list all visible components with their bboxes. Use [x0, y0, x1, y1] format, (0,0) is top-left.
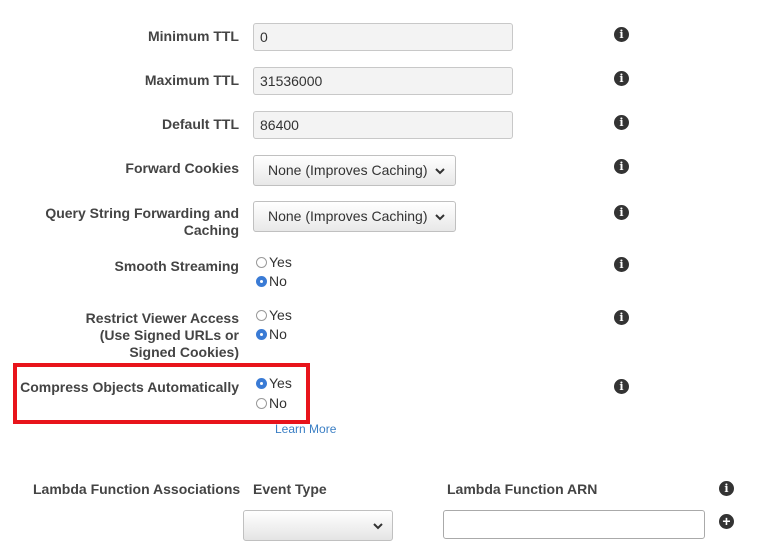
learn-more-link[interactable]: Learn More — [275, 422, 336, 436]
info-icon[interactable]: i — [614, 71, 629, 86]
radio-button-selected[interactable] — [256, 378, 267, 389]
query-string-select[interactable]: None (Improves Caching) — [253, 201, 457, 232]
smooth-streaming-no-option[interactable]: No — [256, 272, 287, 291]
lambda-associations-label: Lambda Function Associations — [33, 481, 241, 497]
forward-cookies-label: Forward Cookies — [125, 160, 239, 176]
event-type-header: Event Type — [253, 481, 327, 497]
radio-label-yes: Yes — [269, 307, 292, 323]
lambda-arn-header: Lambda Function ARN — [447, 481, 598, 497]
plus-circle-icon[interactable]: + — [719, 514, 734, 529]
forward-cookies-value: None (Improves Caching) — [268, 162, 428, 178]
radio-label-no: No — [269, 273, 287, 289]
info-icon[interactable]: i — [614, 159, 629, 174]
chevron-down-icon — [435, 168, 446, 175]
chevron-down-icon — [373, 523, 383, 530]
info-icon[interactable]: i — [614, 379, 629, 394]
smooth-streaming-yes-option[interactable]: Yes — [256, 253, 292, 272]
info-icon[interactable]: i — [614, 257, 629, 272]
restrict-viewer-label-line1: Restrict Viewer Access — [85, 310, 239, 326]
radio-label-yes: Yes — [269, 375, 292, 391]
query-string-label-line1: Query String Forwarding and — [45, 205, 239, 221]
radio-button-selected[interactable] — [256, 329, 267, 340]
radio-button[interactable] — [256, 398, 267, 409]
radio-button-selected[interactable] — [256, 276, 267, 287]
query-string-value: None (Improves Caching) — [268, 208, 428, 224]
compress-objects-label: Compress Objects Automatically — [20, 379, 239, 395]
info-icon[interactable]: i — [614, 27, 629, 42]
maximum-ttl-label: Maximum TTL — [144, 72, 239, 88]
minimum-ttl-label: Minimum TTL — [148, 28, 239, 44]
smooth-streaming-label: Smooth Streaming — [114, 258, 239, 274]
info-icon[interactable]: i — [614, 310, 629, 325]
restrict-viewer-label-line3: Signed Cookies) — [129, 344, 239, 360]
restrict-viewer-yes-option[interactable]: Yes — [256, 306, 292, 325]
info-icon[interactable]: i — [614, 115, 629, 130]
maximum-ttl-input[interactable] — [253, 67, 513, 95]
event-type-select[interactable] — [243, 510, 393, 541]
lambda-arn-input[interactable] — [443, 510, 705, 539]
compress-no-option[interactable]: No — [256, 394, 287, 413]
query-string-label-line2: Caching — [183, 222, 239, 238]
chevron-down-icon — [435, 214, 446, 221]
radio-label-no: No — [269, 395, 287, 411]
compress-yes-option[interactable]: Yes — [256, 374, 292, 393]
default-ttl-input[interactable] — [253, 111, 513, 139]
default-ttl-label: Default TTL — [162, 116, 239, 132]
info-icon[interactable]: i — [719, 481, 734, 496]
radio-label-no: No — [269, 326, 287, 342]
radio-button[interactable] — [256, 257, 267, 268]
minimum-ttl-input[interactable] — [253, 23, 513, 51]
radio-button[interactable] — [256, 310, 267, 321]
restrict-viewer-label: Restrict Viewer Access (Use Signed URLs … — [86, 310, 239, 361]
restrict-viewer-label-line2: (Use Signed URLs or — [99, 327, 239, 343]
query-string-label: Query String Forwarding and Caching — [45, 205, 239, 239]
radio-label-yes: Yes — [269, 254, 292, 270]
info-icon[interactable]: i — [614, 205, 629, 220]
restrict-viewer-no-option[interactable]: No — [256, 325, 287, 344]
forward-cookies-select[interactable]: None (Improves Caching) — [253, 155, 457, 186]
